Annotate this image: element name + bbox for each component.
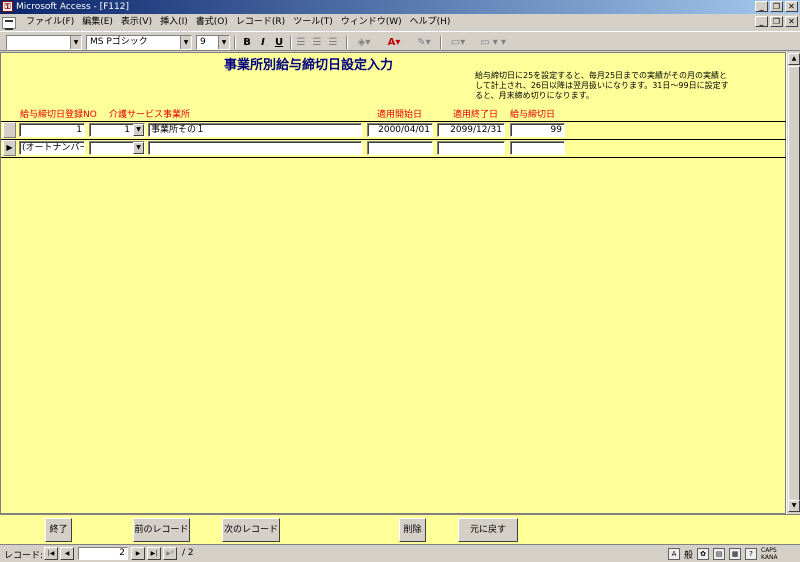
caps-kana-indicator: CAPS KANA [761, 547, 778, 561]
chevron-down-icon[interactable]: ▼ [180, 36, 191, 49]
ime-input-mode[interactable]: 般 [684, 548, 693, 561]
window-title: Microsoft Access - [F112] [16, 2, 129, 12]
chevron-down-icon[interactable]: ▼ [133, 124, 144, 136]
header-start-date: 適用開始日 [377, 110, 423, 120]
ime-dictionary-icon[interactable]: ▦ [729, 548, 742, 560]
chevron-down-icon[interactable]: ▼ [70, 36, 81, 49]
child-close-button[interactable]: ✕ [785, 16, 798, 27]
row-divider [1, 139, 787, 140]
align-right-icon[interactable]: ☰ [326, 35, 340, 50]
service-name-field[interactable] [148, 141, 362, 155]
toolbar-divider [290, 36, 292, 49]
reg-no-field[interactable]: (オートナンバー) [19, 141, 85, 155]
menu-view[interactable]: 表示(V) [117, 15, 156, 30]
restore-button[interactable]: ❐ [770, 1, 783, 12]
border-width-icon[interactable]: ▭▾ [446, 35, 470, 50]
record-navigation-bar: レコード: |◀ ◀ 2 ▶ ▶| ▶* / 2 A 般 ✿ ▤ ▦ ? CAP… [0, 544, 800, 562]
toolbar-divider [440, 36, 442, 49]
form-note: 給与締切日に25を設定すると、毎月25日までの実績がその月の実績として計上され、… [475, 71, 729, 100]
undo-button[interactable]: 元に戻す [458, 518, 518, 542]
reg-no-field[interactable]: 1 [19, 123, 85, 137]
ime-mode-icon[interactable]: A [668, 548, 680, 560]
end-date-field[interactable]: 2099/12/31 [437, 123, 505, 137]
minimize-button[interactable]: _ [755, 1, 768, 12]
menu-tools[interactable]: ツール(T) [289, 15, 337, 30]
ime-toolbar: A 般 ✿ ▤ ▦ ? CAPS KANA [668, 546, 800, 562]
row-divider [1, 121, 787, 122]
previous-record-icon[interactable]: ◀ [60, 547, 74, 560]
next-record-icon[interactable]: ▶ [131, 547, 145, 560]
form-control-icon[interactable] [2, 16, 16, 30]
align-center-icon[interactable]: ☰ [310, 35, 324, 50]
scroll-down-icon[interactable]: ▼ [788, 500, 800, 512]
menu-file[interactable]: ファイル(F) [22, 15, 78, 30]
service-code-combo[interactable]: ▼ [89, 141, 145, 155]
bold-button[interactable]: B [240, 35, 254, 50]
menu-bar: ファイル(F) 編集(E) 表示(V) 挿入(I) 書式(O) レコード(R) … [0, 14, 800, 31]
record-total: / 2 [182, 548, 194, 558]
record-number-input[interactable]: 2 [78, 547, 128, 560]
row-divider [1, 157, 787, 158]
font-color-icon[interactable]: A▾ [382, 35, 406, 50]
cutoff-day-field[interactable]: 99 [510, 123, 565, 137]
cutoff-day-field[interactable] [510, 141, 565, 155]
object-combo[interactable]: ▼ [6, 35, 82, 50]
underline-button[interactable]: U [272, 35, 286, 50]
toolbar-divider [346, 36, 348, 49]
align-left-icon[interactable]: ☰ [294, 35, 308, 50]
close-form-button[interactable]: 終了 [45, 518, 72, 542]
font-name-combo[interactable]: MS Pゴシック ▼ [86, 35, 192, 50]
service-code-combo[interactable]: 1 ▼ [89, 123, 145, 137]
header-end-date: 適用終了日 [453, 110, 499, 120]
font-size-value: 9 [200, 37, 206, 47]
header-cutoff-day: 給与締切日 [510, 110, 556, 120]
ime-help-icon[interactable]: ? [745, 548, 758, 560]
prev-record-button[interactable]: 前のレコード [133, 518, 190, 542]
chevron-down-icon[interactable]: ▼ [133, 142, 144, 154]
last-record-icon[interactable]: ▶| [147, 547, 161, 560]
header-service: 介護サービス事業所 [109, 110, 191, 120]
form-title: 事業所別給与締切日設定入力 [224, 58, 394, 73]
toolbar-divider [234, 36, 236, 49]
menu-insert[interactable]: 挿入(I) [156, 15, 192, 30]
scrollbar-thumb[interactable] [788, 66, 800, 506]
form-footer: 終了 前のレコード 次のレコード 削除 元に戻す [0, 514, 800, 544]
delete-button[interactable]: 削除 [399, 518, 426, 542]
menu-window[interactable]: ウィンドウ(W) [337, 15, 406, 30]
font-size-combo[interactable]: 9 ▼ [196, 35, 230, 50]
first-record-icon[interactable]: |◀ [44, 547, 58, 560]
window-title-bar: ⚿ Microsoft Access - [F112] _ ❐ ✕ [0, 0, 800, 14]
child-restore-button[interactable]: ❐ [770, 16, 783, 27]
scroll-up-icon[interactable]: ▲ [788, 53, 800, 65]
italic-button[interactable]: I [256, 35, 270, 50]
ime-tools-icon[interactable]: ✿ [697, 548, 710, 560]
new-record-icon[interactable]: ▶* [163, 547, 177, 560]
service-name-field[interactable]: 事業所その１ [148, 123, 362, 137]
menu-format[interactable]: 書式(O) [192, 15, 232, 30]
start-date-field[interactable] [367, 141, 433, 155]
ime-pad-icon[interactable]: ▤ [713, 548, 726, 560]
record-nav-label: レコード: [4, 551, 44, 561]
chevron-down-icon[interactable]: ▼ [218, 36, 229, 49]
service-code-value: 1 [124, 125, 130, 135]
menu-records[interactable]: レコード(R) [232, 15, 289, 30]
header-reg-no: 給与締切日登録NO [20, 110, 97, 120]
vertical-scrollbar[interactable]: ▲ ▼ [786, 52, 800, 514]
access-app-icon: ⚿ [2, 1, 13, 12]
child-minimize-button[interactable]: _ [755, 16, 768, 27]
current-record-selector-icon[interactable]: ▶ [3, 140, 16, 156]
formatting-toolbar: ▼ MS Pゴシック ▼ 9 ▼ B I U ☰ ☰ ☰ ◈▾ A▾ ✎▾ ▭▾… [0, 31, 800, 51]
special-effect-icon[interactable]: ▭ ▾ ▾ [476, 35, 510, 50]
menu-edit[interactable]: 編集(E) [78, 15, 117, 30]
record-selector[interactable] [3, 122, 16, 138]
next-record-button[interactable]: 次のレコード [222, 518, 280, 542]
line-color-icon[interactable]: ✎▾ [412, 35, 436, 50]
end-date-field[interactable] [437, 141, 505, 155]
start-date-field[interactable]: 2000/04/01 [367, 123, 433, 137]
fill-color-icon[interactable]: ◈▾ [352, 35, 376, 50]
close-window-button[interactable]: ✕ [785, 1, 798, 12]
menu-help[interactable]: ヘルプ(H) [406, 15, 455, 30]
form-body: 事業所別給与締切日設定入力 給与締切日に25を設定すると、毎月25日までの実績が… [0, 52, 787, 514]
font-name-value: MS Pゴシック [90, 37, 148, 47]
